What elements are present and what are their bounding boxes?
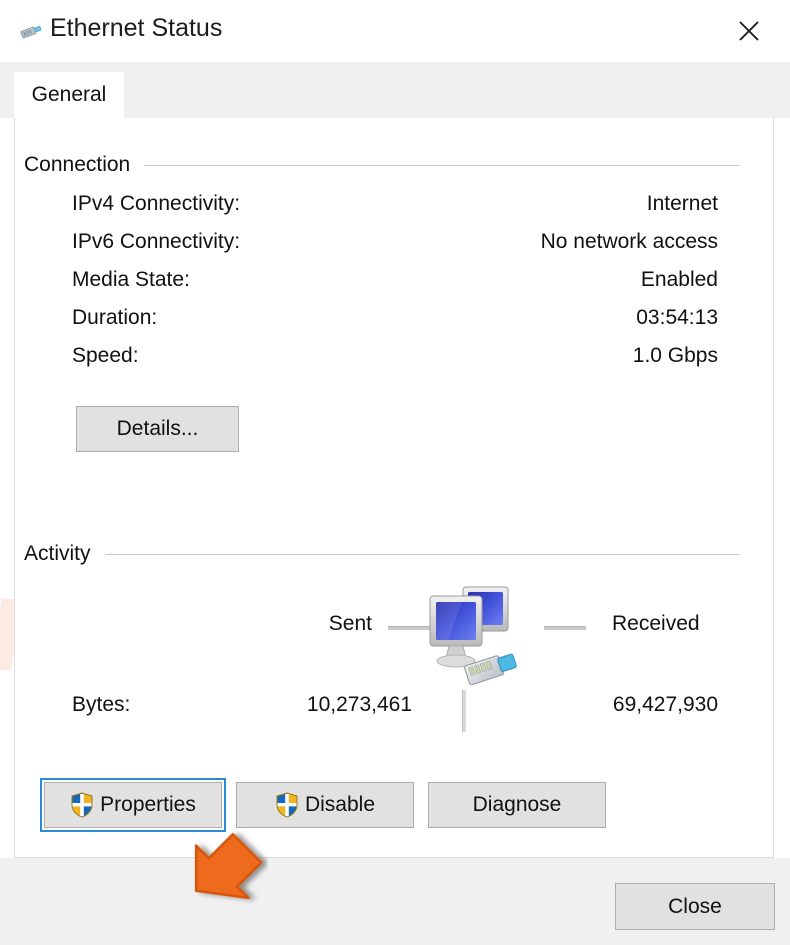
row-speed: Speed: 1.0 Gbps [0,344,790,382]
activity-header-row: Sent Received [0,612,790,642]
ipv4-label: IPv4 Connectivity: [72,192,241,215]
diagnose-button[interactable]: Diagnose [428,782,606,828]
disable-button-label: Disable [304,793,376,816]
close-button[interactable]: Close [615,883,775,930]
tab-general-label: General [31,83,107,106]
speed-label: Speed: [72,344,139,367]
details-button-label: Details... [116,417,199,440]
connection-group-rule [144,164,740,166]
disable-button[interactable]: Disable [236,782,414,828]
close-button-label: Close [668,894,722,918]
row-ipv4: IPv4 Connectivity: Internet [0,192,790,230]
connection-group-header: Connection [24,153,740,177]
tab-strip: General [0,62,790,118]
activity-group-header: Activity [24,542,740,566]
bytes-row: Bytes: 10,273,461 69,427,930 [0,693,790,725]
window-title: Ethernet Status [50,14,223,42]
ipv6-value: No network access [540,230,718,253]
uac-shield-icon [275,792,299,818]
bytes-sent-value: 10,273,461 [306,693,412,716]
duration-label: Duration: [72,306,158,329]
action-button-row: Properties Disable Diagnose [0,778,790,832]
title-bar: Ethernet Status [0,0,790,62]
connection-rows: IPv4 Connectivity: Internet IPv6 Connect… [0,192,790,382]
properties-button-label: Properties [100,793,196,816]
row-ipv6: IPv6 Connectivity: No network access [0,230,790,268]
bytes-label: Bytes: [72,693,131,716]
connection-group-label: Connection [24,153,131,176]
media-state-label: Media State: [72,268,190,291]
bytes-received-value: 69,427,930 [612,693,718,716]
duration-value: 03:54:13 [636,306,718,329]
network-cable-icon [18,21,44,41]
speed-value: 1.0 Gbps [632,344,718,367]
tab-general[interactable]: General [14,72,124,118]
diagnose-button-label: Diagnose [472,793,562,816]
row-duration: Duration: 03:54:13 [0,306,790,344]
details-button[interactable]: Details... [76,406,239,452]
ipv4-value: Internet [646,192,718,215]
activity-group-label: Activity [24,542,91,565]
sent-label: Sent [328,612,372,635]
row-media-state: Media State: Enabled [0,268,790,306]
two-monitors-rj45-icon [418,583,520,688]
connector-dash-right-icon [544,626,586,630]
activity-group-rule [104,553,740,555]
received-label: Received [612,612,700,635]
media-state-value: Enabled [640,268,718,291]
properties-button[interactable]: Properties [40,778,226,832]
close-icon[interactable] [726,8,772,54]
uac-shield-icon [70,792,94,818]
ipv6-label: IPv6 Connectivity: [72,230,241,253]
dialog-footer: Close [0,858,790,945]
